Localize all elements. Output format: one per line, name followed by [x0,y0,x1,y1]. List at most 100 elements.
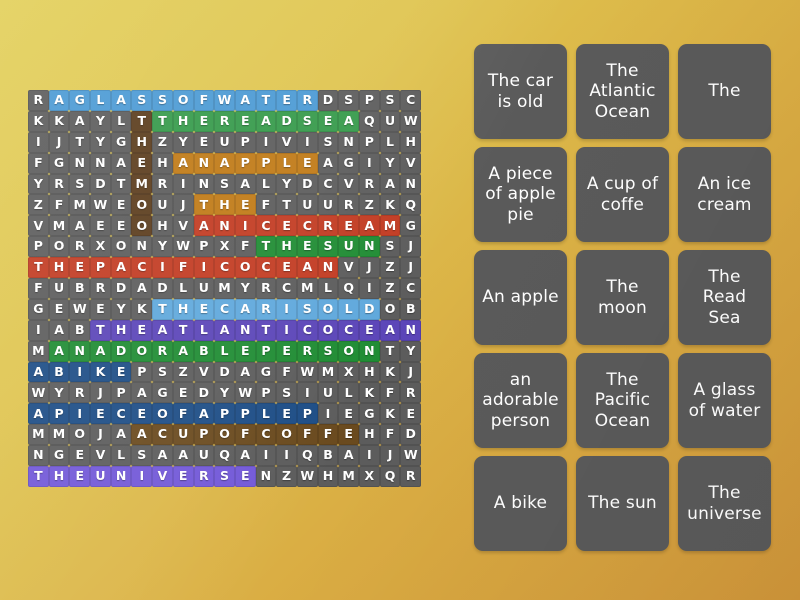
grid-cell[interactable]: P [359,131,380,153]
grid-cell[interactable]: F [193,90,215,111]
grid-cell[interactable]: O [234,257,256,279]
grid-cell[interactable]: D [359,298,380,320]
grid-cell[interactable]: A [359,215,380,237]
grid-cell[interactable]: S [152,361,173,383]
grid-cell[interactable]: P [193,236,215,258]
grid-cell[interactable]: T [255,90,277,111]
grid-cell[interactable]: M [48,424,70,446]
grid-cell[interactable]: N [255,466,277,487]
grid-cell[interactable]: S [276,382,297,404]
grid-cell[interactable]: N [193,152,215,174]
grid-cell[interactable]: K [131,298,153,320]
grid-cell[interactable]: N [234,319,256,341]
grid-cell[interactable]: I [255,445,277,467]
grid-cell[interactable]: U [338,236,359,258]
grid-cell[interactable]: I [69,361,91,383]
grid-cell[interactable]: H [359,361,380,383]
grid-cell[interactable]: Y [276,173,297,195]
grid-cell[interactable]: B [193,340,215,362]
grid-cell[interactable]: F [172,257,194,279]
grid-cell[interactable]: B [400,298,422,320]
grid-cell[interactable]: W [214,90,235,111]
grid-cell[interactable]: A [90,340,111,362]
grid-cell[interactable]: L [172,278,194,299]
card-a-bike[interactable]: A bike [474,456,567,551]
grid-cell[interactable]: I [234,215,256,237]
grid-cell[interactable]: E [276,215,297,237]
grid-cell[interactable]: K [379,361,401,383]
grid-cell[interactable]: M [131,173,153,195]
grid-cell[interactable]: E [90,215,111,237]
grid-cell[interactable]: E [296,152,318,174]
grid-cell[interactable]: O [131,340,153,362]
grid-cell[interactable]: H [359,424,380,446]
card-the-pacific-ocean[interactable]: The Pacific Ocean [576,353,669,448]
grid-cell[interactable]: H [48,466,70,487]
grid-cell[interactable]: E [276,340,297,362]
grid-cell[interactable]: H [172,110,194,132]
grid-cell[interactable]: H [400,131,422,153]
grid-cell[interactable]: Z [28,194,49,216]
grid-cell[interactable]: R [48,173,70,195]
grid-cell[interactable]: I [193,257,215,279]
grid-cell[interactable]: E [234,340,256,362]
grid-cell[interactable]: C [214,257,235,279]
grid-cell[interactable]: C [338,319,359,341]
grid-cell[interactable]: N [214,215,235,237]
grid-cell[interactable]: O [379,298,401,320]
grid-cell[interactable]: N [90,152,111,174]
grid-cell[interactable]: S [69,173,91,195]
grid-cell[interactable]: I [172,173,194,195]
grid-cell[interactable]: P [110,382,132,404]
grid-cell[interactable]: I [255,131,277,153]
grid-cell[interactable]: V [172,215,194,237]
grid-cell[interactable]: Y [90,131,111,153]
card-the-sun[interactable]: The sun [576,456,669,551]
grid-cell[interactable]: N [69,340,91,362]
grid-cell[interactable]: L [110,110,132,132]
grid-cell[interactable]: A [338,445,359,467]
grid-cell[interactable]: L [317,278,339,299]
grid-cell[interactable]: K [48,110,70,132]
grid-cell[interactable]: E [69,257,91,279]
grid-cell[interactable]: T [193,194,215,216]
grid-cell[interactable]: B [317,445,339,467]
grid-cell[interactable]: E [172,382,194,404]
grid-cell[interactable]: Y [110,298,132,320]
grid-cell[interactable]: F [28,152,49,174]
grid-cell[interactable]: P [359,90,380,111]
grid-cell[interactable]: L [338,382,359,404]
grid-cell[interactable]: Z [152,131,173,153]
grid-cell[interactable]: D [110,278,132,299]
grid-cell[interactable]: F [172,403,194,425]
grid-cell[interactable]: E [69,445,91,467]
grid-cell[interactable]: F [276,361,297,383]
grid-cell[interactable]: D [214,361,235,383]
grid-cell[interactable]: W [28,382,49,404]
grid-cell[interactable]: N [69,152,91,174]
grid-cell[interactable]: R [69,382,91,404]
grid-cell[interactable]: D [400,424,422,446]
grid-cell[interactable]: C [255,257,277,279]
grid-cell[interactable]: J [90,382,111,404]
card-an-apple[interactable]: An apple [474,250,567,345]
grid-cell[interactable]: I [28,131,49,153]
grid-cell[interactable]: E [338,424,359,446]
grid-cell[interactable]: J [379,445,401,467]
grid-cell[interactable]: Y [400,340,422,362]
grid-cell[interactable]: A [338,110,359,132]
grid-cell[interactable]: Y [152,236,173,258]
grid-cell[interactable]: G [110,131,132,153]
grid-cell[interactable]: A [110,257,132,279]
grid-cell[interactable]: J [359,257,380,279]
grid-cell[interactable]: P [255,152,277,174]
grid-cell[interactable]: E [131,152,153,174]
grid-cell[interactable]: M [28,424,49,446]
grid-cell[interactable]: W [69,298,91,320]
grid-cell[interactable]: R [28,90,49,111]
letter-grid[interactable]: RAGLASSOFWATERDSPSCKKAYLTTHEREADSEAQUWIJ… [28,90,442,508]
grid-cell[interactable]: E [276,90,297,111]
grid-cell[interactable]: F [48,194,70,216]
grid-cell[interactable]: S [379,90,401,111]
grid-cell[interactable]: S [152,90,173,111]
